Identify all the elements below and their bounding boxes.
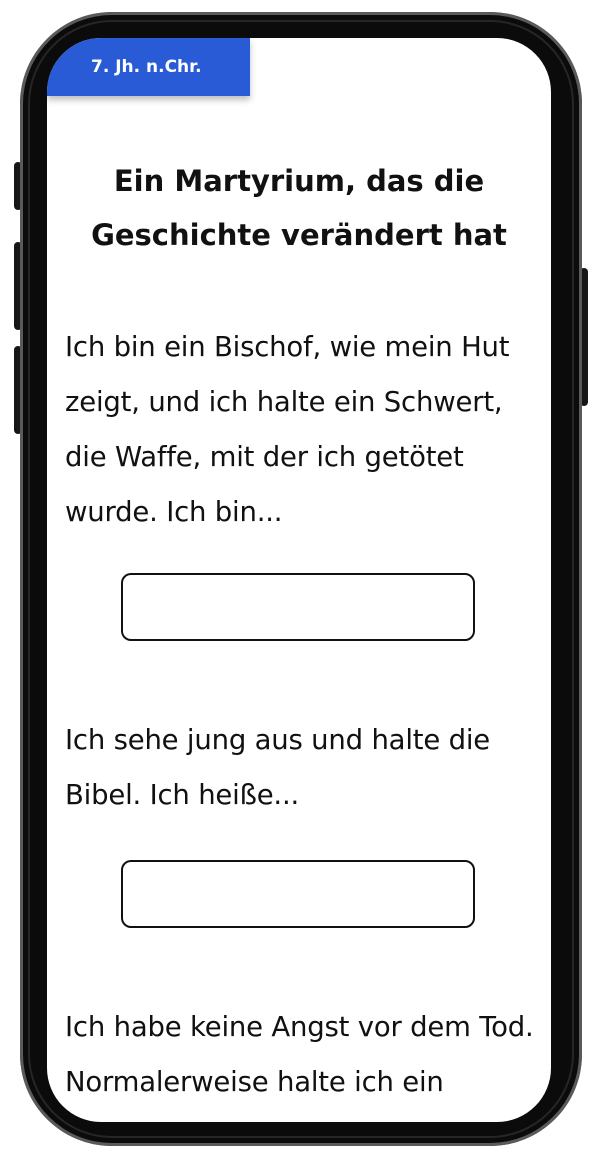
page-title: Ein Martyrium, das die Geschichte veränd… <box>91 164 507 252</box>
question-3-text: Ich habe keine Angst vor dem Tod. Normal… <box>65 1011 534 1098</box>
phone-screen: 7. Jh. n.Chr. Ein Martyrium, das die Ges… <box>47 38 551 1122</box>
era-tag: 7. Jh. n.Chr. <box>47 38 250 96</box>
question-2-text: Ich sehe jung aus und halte die Bibel. I… <box>65 724 491 811</box>
answer-1-input[interactable] <box>121 573 475 641</box>
question-1-text: Ich bin ein Bischof, wie mein Hut zeigt,… <box>65 331 510 528</box>
answer-2-input[interactable] <box>121 860 475 928</box>
